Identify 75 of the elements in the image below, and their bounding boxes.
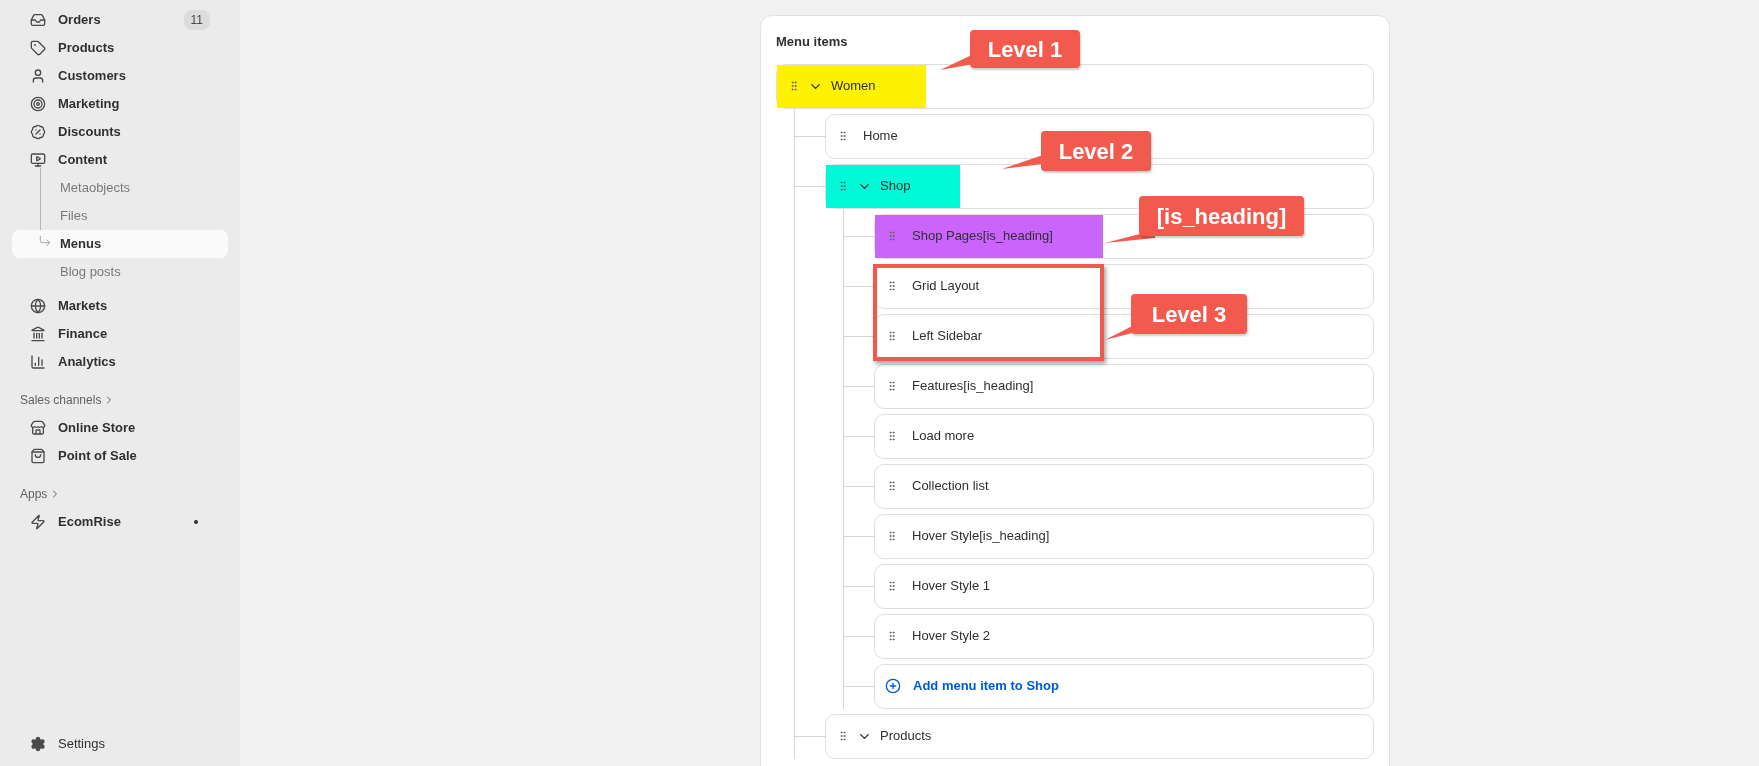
nav-subitem[interactable]: Files: [12, 202, 228, 230]
count-badge: 11: [183, 10, 210, 30]
menu-item-label: Collection list: [912, 477, 989, 496]
inbox-icon: [30, 12, 46, 28]
drag-handle-icon[interactable]: [886, 380, 898, 392]
nav-subitem[interactable]: Metaobjects: [12, 174, 228, 202]
menu-item-label: Products: [880, 727, 932, 746]
callout-label: Level 3: [1131, 294, 1247, 334]
add-menu-item-button[interactable]: Add menu item to Shop: [874, 663, 1374, 709]
menu-item-label: Grid Layout: [912, 277, 980, 296]
menu-item-row[interactable]: Hover Style[is_heading]: [874, 513, 1374, 559]
menu-item-label: Left Sidebar: [912, 327, 983, 346]
callout-label: Level 2: [1041, 131, 1151, 171]
drag-handle-icon[interactable]: [886, 330, 898, 342]
drag-handle-icon[interactable]: [886, 480, 898, 492]
bank-icon: [30, 326, 46, 342]
callout-label: Level 1: [970, 30, 1080, 68]
plus-circle-icon: [885, 678, 901, 694]
card-title: Menu items: [776, 33, 848, 51]
nav-item[interactable]: EcomRise: [12, 508, 228, 536]
callout-label: [is_heading]: [1139, 196, 1304, 236]
menu-item-row[interactable]: Features[is_heading]: [874, 363, 1374, 409]
menu-item-label: Shop Pages[is_heading]: [912, 227, 1053, 246]
drag-handle-icon[interactable]: [788, 80, 800, 92]
nav-item[interactable]: Discounts: [12, 118, 228, 146]
menu-item-row[interactable]: Hover Style 2: [874, 613, 1374, 659]
menu-item-row[interactable]: Women: [776, 63, 1374, 109]
menu-item-label: Load more: [912, 427, 975, 446]
nav-item[interactable]: Markets: [12, 292, 228, 320]
menu-item-row[interactable]: Load more: [874, 413, 1374, 459]
nav-item[interactable]: Analytics: [12, 348, 228, 376]
drag-handle-icon[interactable]: [886, 630, 898, 642]
menu-item-label: Hover Style 2: [912, 627, 991, 646]
globe-icon: [30, 298, 46, 314]
store-icon: [30, 420, 46, 436]
target-icon: [30, 96, 46, 112]
nav-item[interactable]: Online Store: [12, 414, 228, 442]
nav-item[interactable]: Customers: [12, 62, 228, 90]
drag-handle-icon[interactable]: [886, 230, 898, 242]
bag-icon: [30, 448, 46, 464]
nav-item[interactable]: Content: [12, 146, 228, 174]
menu-item-label: Hover Style[is_heading]: [912, 527, 1050, 546]
nav-item[interactable]: Finance: [12, 320, 228, 348]
monitor-icon: [30, 152, 46, 168]
menu-item-label: Home: [863, 127, 898, 146]
nav-item[interactable]: Marketing: [12, 90, 228, 118]
menu-item-label: Features[is_heading]: [912, 377, 1034, 396]
menu-item-row[interactable]: Collection list: [874, 463, 1374, 509]
nav-item[interactable]: Products: [12, 34, 228, 62]
tag-icon: [30, 40, 46, 56]
menu-item-label: Women: [831, 77, 876, 96]
drag-handle-icon[interactable]: [837, 180, 849, 192]
drag-handle-icon[interactable]: [886, 430, 898, 442]
settings-icon: [30, 736, 46, 752]
drag-handle-icon[interactable]: [837, 130, 849, 142]
bar-chart-icon: [30, 354, 46, 370]
menu-item-row[interactable]: Products: [825, 713, 1374, 759]
drag-handle-icon[interactable]: [886, 530, 898, 542]
drag-handle-icon[interactable]: [886, 580, 898, 592]
menu-item-row[interactable]: Hover Style 1: [874, 563, 1374, 609]
nav-item[interactable]: Orders 11: [12, 6, 228, 34]
drag-handle-icon[interactable]: [837, 730, 849, 742]
app-logo-icon: [30, 514, 46, 530]
menu-item-label: Shop: [880, 177, 911, 196]
section-heading[interactable]: Apps: [12, 480, 70, 508]
person-icon: [30, 68, 46, 84]
corner-arrow-icon: [38, 234, 52, 248]
nav-subitem[interactable]: Blog posts: [12, 258, 228, 286]
drag-handle-icon[interactable]: [886, 280, 898, 292]
nav-subitem[interactable]: Menus: [12, 230, 228, 258]
settings-item[interactable]: Settings: [12, 730, 228, 758]
section-heading[interactable]: Sales channels: [12, 386, 124, 414]
menu-item-label: Hover Style 1: [912, 577, 991, 596]
nav-item[interactable]: Point of Sale: [12, 442, 228, 470]
percent-badge-icon: [30, 124, 46, 140]
